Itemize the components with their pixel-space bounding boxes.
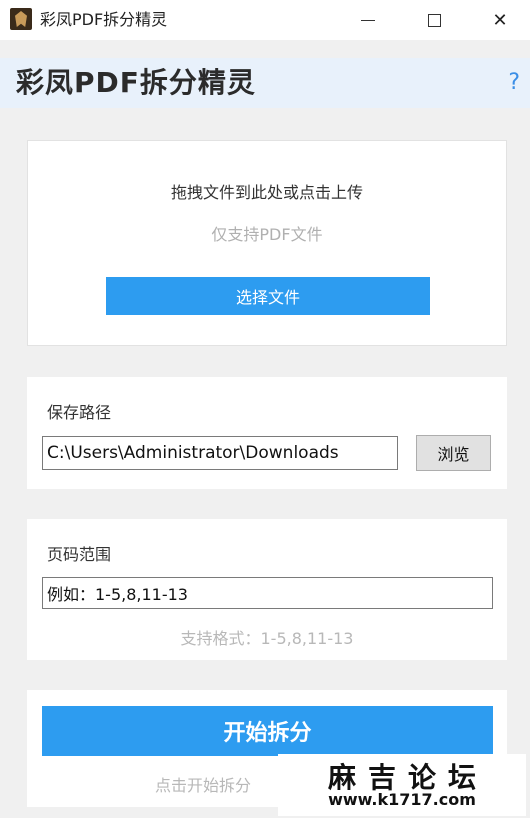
browse-button[interactable]: 浏览	[416, 435, 491, 471]
minimize-button[interactable]	[338, 0, 398, 40]
page-range-label: 页码范围	[47, 545, 112, 564]
app-logo-icon	[10, 8, 32, 30]
page-range-input[interactable]: 例如：1-5,8,11-13	[42, 577, 493, 609]
app-name: 彩凤PDF拆分精灵	[16, 66, 256, 99]
maximize-icon	[427, 13, 441, 27]
choose-file-button[interactable]: 选择文件	[106, 277, 430, 315]
start-split-button[interactable]: 开始拆分	[42, 706, 493, 756]
close-button[interactable]: ✕	[470, 0, 530, 40]
app-header: 彩凤PDF拆分精灵 ?	[0, 58, 530, 108]
upload-hint: 仅支持PDF文件	[211, 225, 323, 244]
save-path-label: 保存路径	[47, 403, 112, 422]
page-range-section: 页码范围 例如：1-5,8,11-13 支持格式：1-5,8,11-13	[27, 519, 507, 660]
upload-title: 拖拽文件到此处或点击上传	[170, 183, 363, 202]
upload-drop-zone[interactable]: 拖拽文件到此处或点击上传 仅支持PDF文件 选择文件	[27, 140, 507, 346]
start-hint: 点击开始拆分	[155, 776, 252, 795]
page-range-hint: 支持格式：1-5,8,11-13	[180, 629, 354, 648]
close-icon: ✕	[492, 9, 508, 31]
watermark-url: www.k1717.com	[328, 790, 476, 809]
save-path-input[interactable]: C:\Users\Administrator\Downloads	[42, 436, 398, 470]
save-path-section: 保存路径 C:\Users\Administrator\Downloads 浏览	[27, 377, 507, 489]
window-title: 彩凤PDF拆分精灵	[40, 10, 168, 29]
maximize-button[interactable]	[404, 0, 464, 40]
watermark: 麻吉论坛 www.k1717.com	[278, 754, 526, 816]
minimize-icon	[361, 19, 375, 21]
title-bar: 彩凤PDF拆分精灵 ✕	[0, 0, 530, 40]
help-icon[interactable]: ?	[508, 70, 520, 96]
